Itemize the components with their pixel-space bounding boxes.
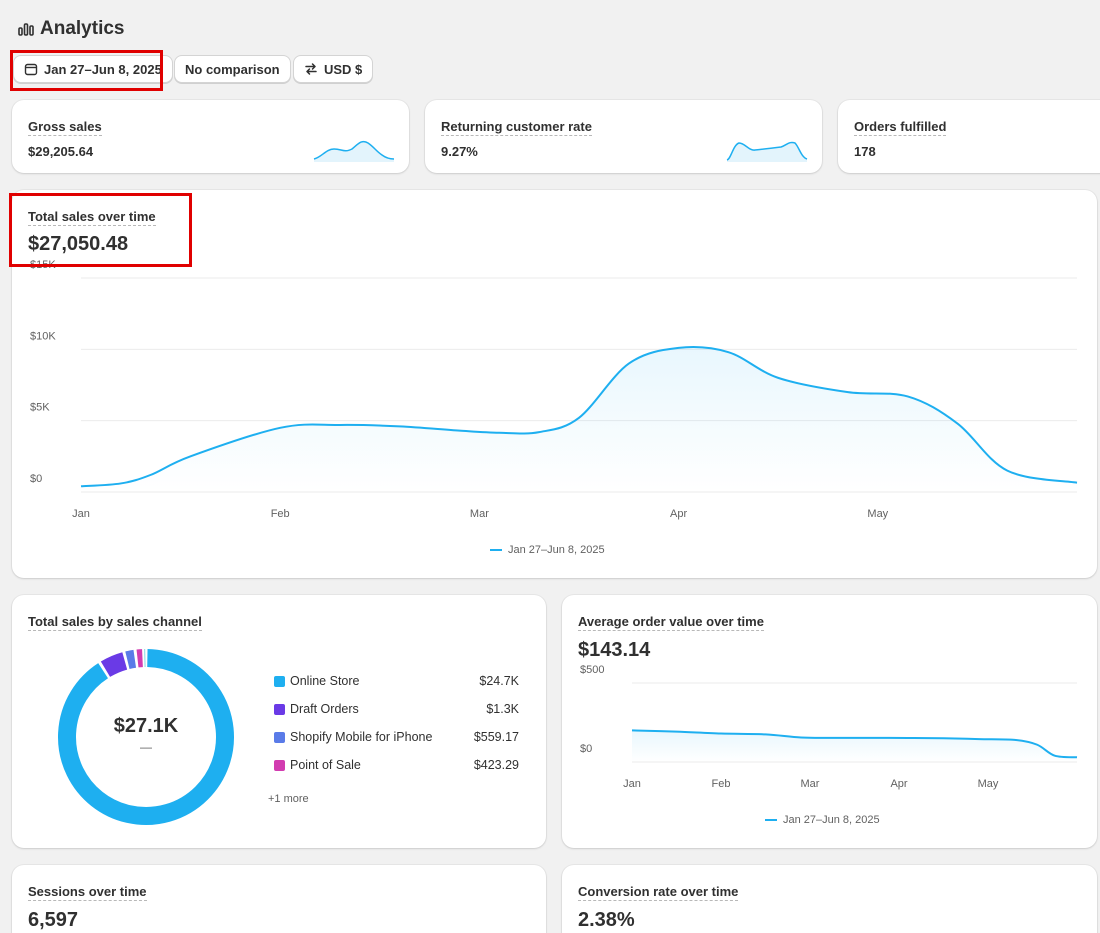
x-tick-label: Jan (623, 778, 641, 790)
channel-row-point-of-sale[interactable]: Point of Sale $423.29 (274, 758, 519, 772)
x-tick-label: May (978, 778, 999, 790)
metric-value: $29,205.64 (28, 144, 93, 159)
channel-name: Shopify Mobile for iPhone (290, 730, 432, 744)
chart-legend: Jan 27–Jun 8, 2025 (765, 814, 880, 826)
bar-chart-icon (18, 21, 34, 37)
series-area (632, 730, 1077, 762)
x-tick-label: Mar (801, 778, 820, 790)
channel-name: Online Store (290, 674, 359, 688)
conversion-value: 2.38% (578, 909, 635, 932)
legend-swatch (765, 819, 777, 821)
x-tick-label: Jan (72, 508, 90, 520)
currency-button[interactable]: USD $ (293, 55, 373, 83)
swap-arrows-icon (304, 62, 318, 76)
metric-value: 178 (854, 144, 876, 159)
sales-channel-title[interactable]: Total sales by sales channel (28, 614, 202, 631)
donut-center-sub: — (56, 740, 236, 754)
channel-name: Point of Sale (290, 758, 361, 772)
currency-label: USD $ (324, 62, 362, 77)
legend-swatch (274, 732, 285, 743)
sparkline-returning-rate (725, 135, 809, 163)
channel-value: $24.7K (479, 674, 519, 688)
y-tick-label: $500 (580, 664, 604, 676)
metric-card-returning-rate[interactable]: Returning customer rate 9.27% (425, 100, 822, 173)
chart-legend: Jan 27–Jun 8, 2025 (490, 544, 605, 556)
comparison-button[interactable]: No comparison (174, 55, 291, 83)
metric-label[interactable]: Gross sales (28, 119, 102, 136)
channel-row-online-store[interactable]: Online Store $24.7K (274, 674, 519, 688)
legend-swatch (274, 676, 285, 687)
legend-swatch (274, 704, 285, 715)
y-tick-label: $0 (580, 743, 592, 755)
y-tick-label: $10K (30, 330, 56, 342)
metric-label[interactable]: Returning customer rate (441, 119, 592, 136)
channel-value: $423.29 (474, 758, 519, 772)
x-tick-label: Apr (670, 508, 687, 520)
aov-chart: $0 $500 Jan Feb Mar Apr May (562, 595, 1097, 848)
metric-card-gross-sales[interactable]: Gross sales $29,205.64 (12, 100, 409, 173)
channel-name: Draft Orders (290, 702, 359, 716)
legend-swatch (274, 760, 285, 771)
sales-channel-card: Total sales by sales channel $27.1K — On… (12, 595, 546, 848)
y-tick-label: $5K (30, 402, 50, 414)
donut-slice (127, 659, 134, 660)
donut-slice (105, 661, 124, 669)
x-tick-label: Feb (712, 778, 731, 790)
x-tick-label: May (867, 508, 888, 520)
page-header: Analytics (18, 18, 124, 40)
metric-value: 9.27% (441, 144, 478, 159)
donut-center-value: $27.1K (56, 715, 236, 738)
x-tick-label: Mar (470, 508, 489, 520)
legend-label: Jan 27–Jun 8, 2025 (783, 814, 880, 826)
legend-label: Jan 27–Jun 8, 2025 (508, 544, 605, 556)
aov-card: Average order value over time $143.14 $0… (562, 595, 1097, 848)
metric-label[interactable]: Orders fulfilled (854, 119, 946, 136)
channel-row-shopify-mobile[interactable]: Shopify Mobile for iPhone $559.17 (274, 730, 519, 744)
comparison-label: No comparison (185, 62, 280, 77)
legend-swatch (490, 549, 502, 551)
channel-value: $559.17 (474, 730, 519, 744)
metric-card-orders-fulfilled[interactable]: Orders fulfilled 178 (838, 100, 1100, 173)
highlight-box-total-sales (9, 193, 192, 267)
x-tick-label: Apr (890, 778, 907, 790)
conversion-card: Conversion rate over time 2.38% (562, 865, 1097, 933)
channel-row-draft-orders[interactable]: Draft Orders $1.3K (274, 702, 519, 716)
x-tick-label: Feb (271, 508, 290, 520)
conversion-title[interactable]: Conversion rate over time (578, 884, 738, 901)
sessions-card: Sessions over time 6,597 (12, 865, 546, 933)
y-tick-label: $0 (30, 473, 42, 485)
more-channels-link[interactable]: +1 more (268, 793, 309, 805)
sessions-value: 6,597 (28, 909, 78, 932)
channel-value: $1.3K (486, 702, 519, 716)
sparkline-gross-sales (312, 135, 396, 163)
page-title: Analytics (40, 18, 124, 40)
series-area (81, 347, 1077, 492)
highlight-box-date (10, 50, 163, 91)
sessions-title[interactable]: Sessions over time (28, 884, 147, 901)
